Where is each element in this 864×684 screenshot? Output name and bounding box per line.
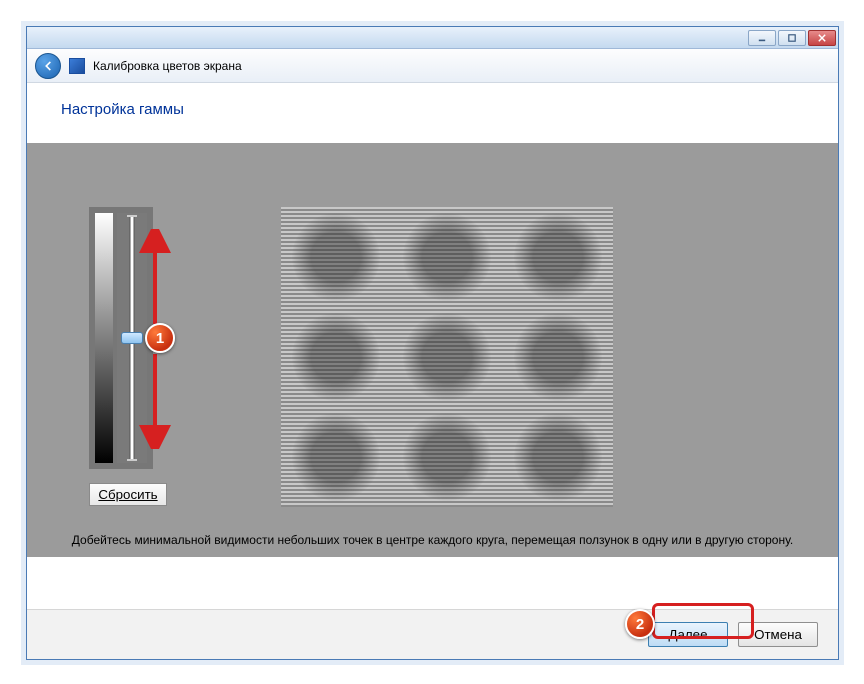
gamma-cell [502,207,613,307]
maximize-button[interactable] [778,30,806,46]
nav-title: Калибровка цветов экрана [93,59,242,73]
gamma-slider-unit: Сбросить [89,207,181,506]
back-button[interactable] [35,53,61,79]
footer: Далее Отмена [27,609,838,659]
gamma-cell [392,407,503,507]
gamma-panel: Сбросить 1 [27,143,838,557]
app-icon [69,58,85,74]
gamma-test-grid [281,207,613,507]
gamma-cell [281,307,392,407]
minimize-button[interactable] [748,30,776,46]
reset-button[interactable]: Сбросить [89,483,167,506]
gradient-bar [95,213,113,463]
wizard-window: Калибровка цветов экрана Настройка гаммы… [26,26,839,660]
gamma-cell [281,407,392,507]
navbar: Калибровка цветов экрана [27,49,838,83]
close-button[interactable] [808,30,836,46]
gamma-cell [392,307,503,407]
arrow-left-icon [41,59,55,73]
gamma-cell [392,207,503,307]
instruction-text: Добейтесь минимальной видимости небольши… [27,531,838,549]
slider-thumb[interactable] [121,332,143,344]
cancel-button[interactable]: Отмена [738,622,818,647]
content-area: Настройка гаммы Сбросить [27,83,838,609]
gamma-slider-box [89,207,153,469]
tick-bottom [127,459,137,461]
gamma-cell [502,307,613,407]
gamma-cell [281,207,392,307]
next-button[interactable]: Далее [648,622,728,647]
tick-top [127,215,137,217]
slider-track[interactable] [117,213,147,463]
page-heading: Настройка гаммы [61,101,804,118]
gamma-cell [502,407,613,507]
titlebar [27,27,838,49]
